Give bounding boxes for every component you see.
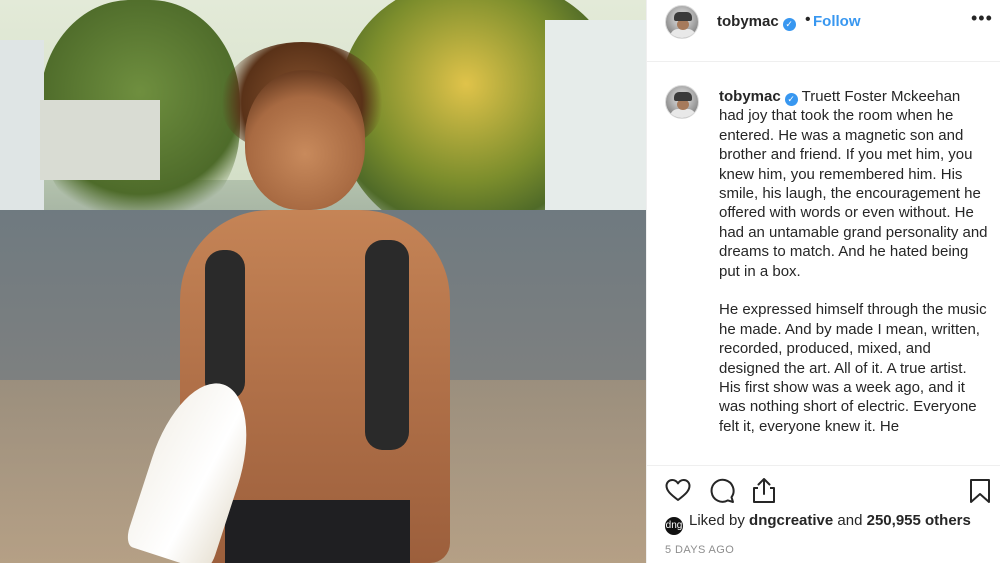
photo-house-left-back: [40, 100, 160, 180]
post-photo[interactable]: [0, 0, 646, 563]
caption-text-1: Truett Foster Mckeehan had joy that took…: [719, 88, 988, 280]
post-header: tobymac ✓ • Follow •••: [647, 0, 1000, 44]
post-caption: tobymac ✓ Truett Foster Mckeehan had joy …: [719, 87, 989, 456]
likes-conjunction: and: [837, 512, 863, 529]
caption-paragraph-1: tobymac ✓ Truett Foster Mckeehan had joy …: [719, 87, 989, 281]
photo-backpack-strap-left: [205, 250, 245, 400]
others-count-link[interactable]: 250,955 others: [867, 512, 971, 529]
share-icon[interactable]: [751, 476, 777, 504]
photo-house-right: [545, 20, 646, 240]
header-separator: •: [805, 11, 811, 28]
liker-username-link[interactable]: dngcreative: [749, 512, 833, 529]
verified-badge-icon: ✓: [784, 93, 798, 106]
actions-divider: [647, 465, 1000, 466]
post-actions: [647, 470, 1000, 512]
liker-avatar[interactable]: dng: [665, 517, 683, 535]
photo-person-shorts: [225, 500, 410, 563]
likes-summary: dng Liked by dngcreative and 250,955 othe…: [665, 512, 995, 535]
photo-person-head: [245, 70, 365, 210]
author-username[interactable]: tobymac: [717, 13, 779, 30]
author-username-link[interactable]: tobymac ✓: [717, 13, 796, 31]
caption-area[interactable]: tobymac ✓ Truett Foster Mckeehan had joy …: [647, 61, 1000, 465]
author-avatar[interactable]: [665, 5, 699, 39]
caption-username[interactable]: tobymac: [719, 88, 781, 105]
caption-paragraph-2: He expressed himself through the music h…: [719, 300, 989, 436]
bookmark-icon[interactable]: [969, 478, 991, 504]
photo-backpack-strap-right: [365, 240, 409, 450]
heart-icon[interactable]: [665, 478, 691, 502]
comment-icon[interactable]: [709, 478, 735, 504]
post-sidebar: tobymac ✓ • Follow ••• tobymac ✓ Truett Fo…: [646, 0, 1000, 563]
post-timestamp[interactable]: 5 DAYS AGO: [665, 544, 734, 556]
verified-badge-icon: ✓: [782, 18, 796, 31]
more-options-icon[interactable]: •••: [971, 8, 993, 29]
caption-text-2: He expressed himself through the music h…: [719, 301, 987, 435]
caption-author-avatar[interactable]: [665, 85, 699, 119]
follow-button[interactable]: Follow: [813, 13, 861, 30]
likes-prefix: Liked by: [689, 512, 745, 529]
